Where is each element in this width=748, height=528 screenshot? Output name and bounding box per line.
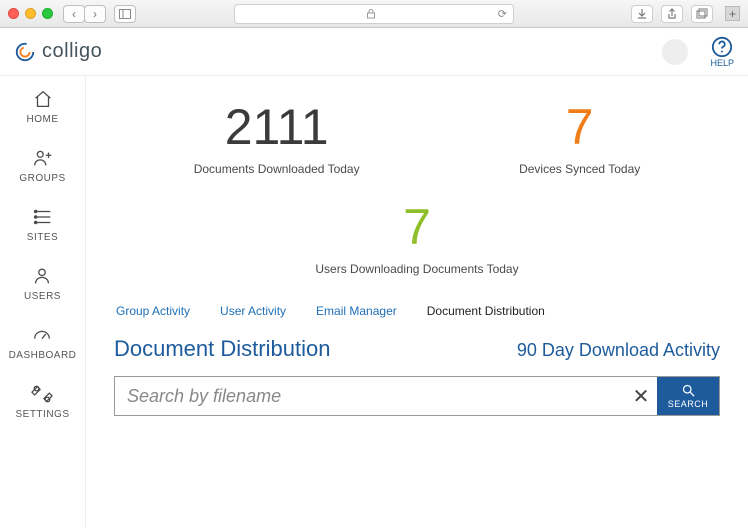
report-tabs: Group Activity User Activity Email Manag… bbox=[114, 304, 720, 318]
maximize-window-icon[interactable] bbox=[42, 8, 53, 19]
download-icon bbox=[636, 8, 648, 20]
stat-label: Users Downloading Documents Today bbox=[315, 262, 518, 276]
section-subtitle: 90 Day Download Activity bbox=[517, 340, 720, 361]
stat-users-downloading: 7 Users Downloading Documents Today bbox=[114, 198, 720, 278]
brand-name: colligo bbox=[42, 40, 102, 63]
tab-user-activity[interactable]: User Activity bbox=[220, 304, 286, 318]
avatar[interactable] bbox=[662, 39, 688, 65]
download-button[interactable] bbox=[631, 5, 653, 23]
stat-documents-downloaded: 2111 Documents Downloaded Today bbox=[194, 98, 360, 176]
sidebar-item-dashboard[interactable]: DASHBOARD bbox=[9, 324, 77, 361]
share-button[interactable] bbox=[661, 5, 683, 23]
home-icon bbox=[32, 88, 54, 110]
clear-search-button[interactable]: ✕ bbox=[625, 377, 657, 415]
close-window-icon[interactable] bbox=[8, 8, 19, 19]
share-icon bbox=[666, 8, 678, 20]
sidebar-item-label: SITES bbox=[27, 232, 58, 243]
sites-icon bbox=[32, 206, 54, 228]
logo-icon bbox=[14, 41, 36, 63]
search-icon bbox=[681, 383, 696, 398]
section-title: Document Distribution bbox=[114, 336, 330, 362]
sidebar-item-home[interactable]: HOME bbox=[27, 88, 59, 125]
stat-label: Documents Downloaded Today bbox=[194, 162, 360, 176]
lock-icon bbox=[366, 9, 376, 19]
app-body: HOME GROUPS SITES USERS DASHBOARD SETTIN… bbox=[0, 76, 748, 528]
users-icon bbox=[31, 265, 53, 287]
browser-chrome: ‹ › ⟳ + bbox=[0, 0, 748, 28]
reload-button[interactable]: ⟳ bbox=[498, 7, 507, 20]
sidebar-item-users[interactable]: USERS bbox=[24, 265, 61, 302]
stat-value: 7 bbox=[519, 98, 640, 156]
forward-button[interactable]: › bbox=[84, 5, 106, 23]
settings-icon bbox=[31, 383, 53, 405]
new-tab-button[interactable]: + bbox=[725, 6, 740, 21]
main-content: 2111 Documents Downloaded Today 7 Device… bbox=[86, 76, 748, 528]
help-link[interactable]: HELP bbox=[710, 36, 734, 68]
panel-icon bbox=[119, 9, 131, 19]
stat-value: 7 bbox=[315, 198, 518, 256]
groups-icon bbox=[32, 147, 54, 169]
user-block: HELP bbox=[652, 36, 734, 68]
close-icon: ✕ bbox=[633, 384, 650, 409]
tab-email-manager[interactable]: Email Manager bbox=[316, 304, 397, 318]
tabs-icon bbox=[696, 8, 708, 20]
sidebar-toggle-button[interactable] bbox=[114, 5, 136, 23]
section-header: Document Distribution 90 Day Download Ac… bbox=[114, 336, 720, 362]
search-button[interactable]: SEARCH bbox=[657, 377, 719, 415]
sidebar-item-label: DASHBOARD bbox=[9, 350, 77, 361]
app-header: colligo HELP bbox=[0, 28, 748, 76]
nav-buttons: ‹ › bbox=[63, 5, 106, 23]
tab-group-activity[interactable]: Group Activity bbox=[116, 304, 190, 318]
stat-label: Devices Synced Today bbox=[519, 162, 640, 176]
sidebar-item-label: GROUPS bbox=[19, 173, 65, 184]
sidebar: HOME GROUPS SITES USERS DASHBOARD SETTIN… bbox=[0, 76, 86, 528]
tab-document-distribution[interactable]: Document Distribution bbox=[427, 304, 545, 318]
search-button-label: SEARCH bbox=[668, 399, 709, 409]
brand-logo[interactable]: colligo bbox=[14, 40, 102, 63]
help-label: HELP bbox=[710, 58, 734, 68]
sidebar-item-sites[interactable]: SITES bbox=[27, 206, 58, 243]
minimize-window-icon[interactable] bbox=[25, 8, 36, 19]
sidebar-item-settings[interactable]: SETTINGS bbox=[15, 383, 69, 420]
stat-value: 2111 bbox=[194, 98, 360, 156]
sidebar-item-label: USERS bbox=[24, 291, 61, 302]
search-bar: ✕ SEARCH bbox=[114, 376, 720, 416]
sidebar-item-groups[interactable]: GROUPS bbox=[19, 147, 65, 184]
chrome-right-controls: + bbox=[631, 5, 740, 23]
stats-row-top: 2111 Documents Downloaded Today 7 Device… bbox=[114, 98, 720, 176]
sidebar-item-label: SETTINGS bbox=[15, 409, 69, 420]
search-input[interactable] bbox=[115, 377, 625, 415]
sidebar-item-label: HOME bbox=[27, 114, 59, 125]
address-bar[interactable]: ⟳ bbox=[234, 4, 514, 24]
back-button[interactable]: ‹ bbox=[63, 5, 85, 23]
dashboard-icon bbox=[31, 324, 53, 346]
stat-devices-synced: 7 Devices Synced Today bbox=[519, 98, 640, 176]
help-icon bbox=[711, 36, 733, 58]
window-controls bbox=[8, 8, 53, 19]
tabs-button[interactable] bbox=[691, 5, 713, 23]
